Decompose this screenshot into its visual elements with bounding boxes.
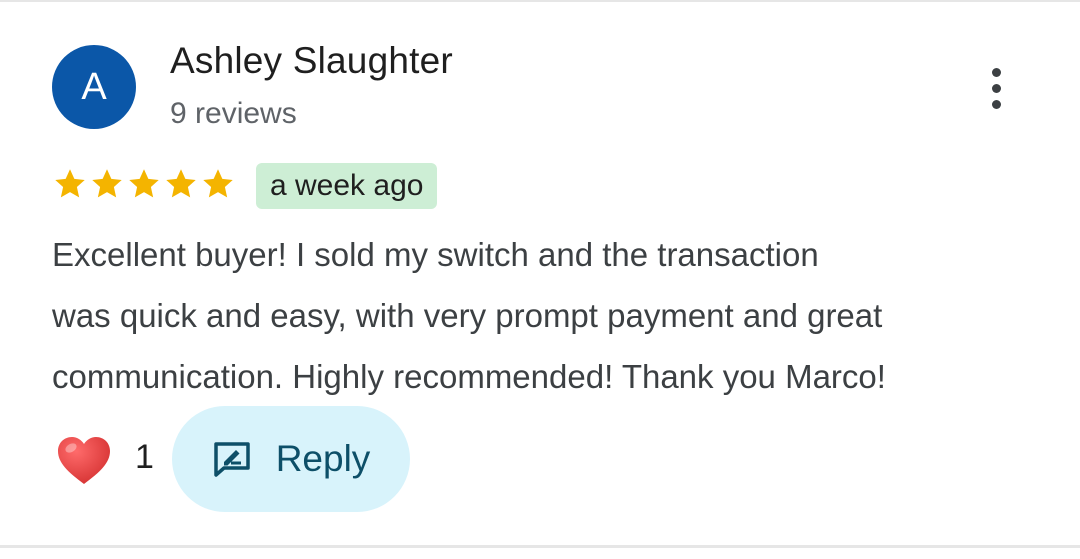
star-icon — [203, 169, 233, 198]
more-vert-icon-dot — [991, 99, 1001, 109]
review-card: A Ashley Slaughter 9 reviews a week ago … — [0, 0, 1080, 559]
more-vert-icon — [991, 67, 1001, 77]
review-text-line: was quick and easy, with very prompt pay… — [52, 297, 883, 334]
reply-label: Reply — [275, 438, 371, 479]
author-name[interactable]: Ashley Slaughter — [170, 40, 453, 82]
review-time-badge: a week ago — [256, 163, 438, 209]
heart-icon[interactable] — [56, 435, 112, 487]
review-text-line: Excellent buyer! I sold my switch and th… — [52, 236, 819, 273]
review-text-line: communication. Highly recommended! Thank… — [52, 358, 886, 395]
top-divider — [0, 0, 1080, 2]
star-rating — [52, 166, 236, 202]
like-count: 1 — [135, 438, 154, 476]
reply-icon — [213, 442, 250, 477]
review-text: Excellent buyer! I sold my switch and th… — [52, 224, 1052, 407]
more-vert-icon-dot — [991, 83, 1001, 93]
bottom-divider — [0, 545, 1080, 548]
star-icon — [166, 169, 196, 198]
star-icon — [129, 169, 159, 198]
more-options-button[interactable] — [975, 62, 1017, 114]
author-review-count: 9 reviews — [170, 97, 297, 130]
reply-button[interactable]: Reply — [172, 406, 410, 512]
avatar[interactable]: A — [52, 45, 136, 129]
star-icon — [55, 169, 85, 198]
star-icon — [92, 169, 122, 198]
